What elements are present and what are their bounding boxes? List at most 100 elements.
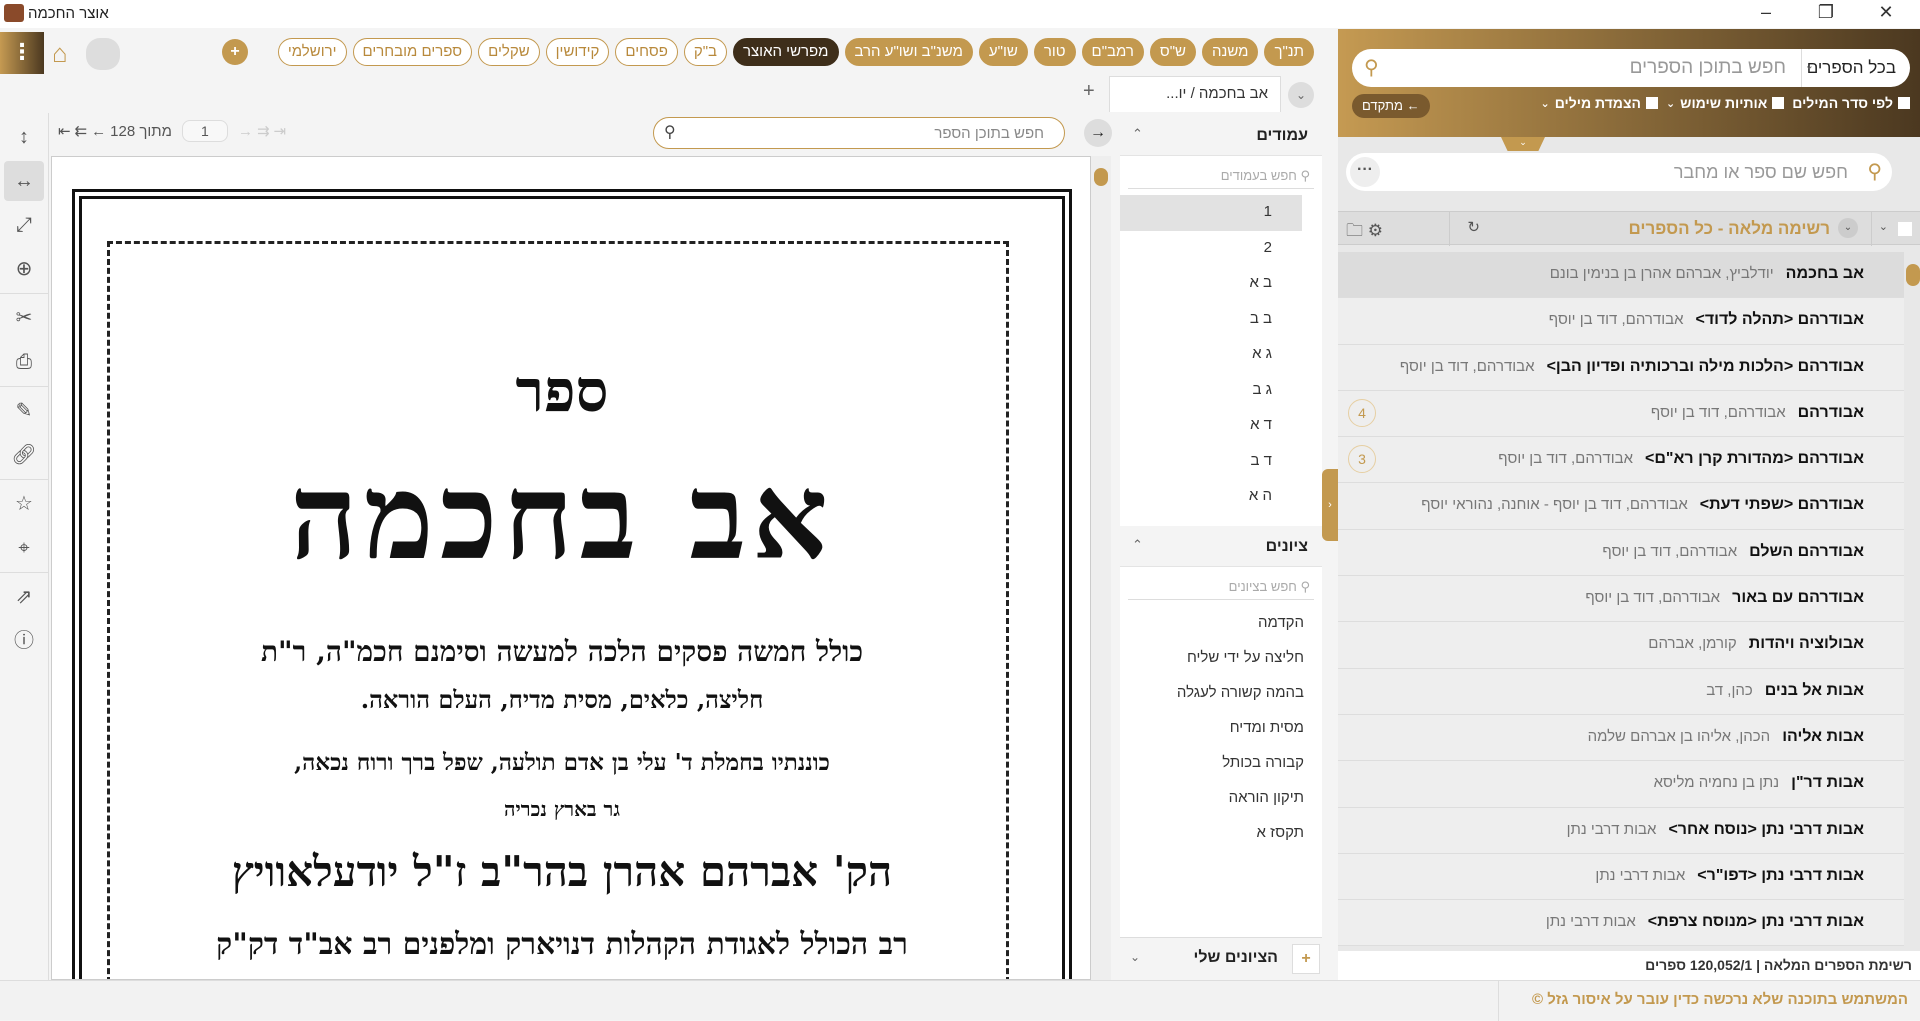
select-all-checkbox[interactable] <box>1898 222 1912 236</box>
location-pin-icon[interactable]: ⌖ <box>4 528 44 568</box>
book-list-row[interactable]: אבודרהם <מהדורת קרן רא"ם> אבודרהם, דוד בן… <box>1338 437 1904 484</box>
page-list-item[interactable]: ב א <box>1120 266 1302 302</box>
book-list-row[interactable]: אבודרהם אבודרהם, דוד בן יוסף 4 <box>1338 390 1904 438</box>
book-list-row[interactable]: אבות אליהו הכהן, אליהו בן אברהם שלמה <box>1338 714 1904 762</box>
forward-many-button[interactable]: ⇉ <box>257 122 270 140</box>
category-button[interactable]: שו"ע <box>978 38 1028 66</box>
minimize-button[interactable]: – <box>1746 2 1786 23</box>
page-list-item[interactable]: 2 <box>1120 231 1302 267</box>
chevron-down-icon[interactable]: ⌄ <box>1879 220 1888 233</box>
page-list-item[interactable]: ה א <box>1120 479 1302 515</box>
book-list-row[interactable]: אבולוציה ויהדות קורמן, אברהם <box>1338 622 1904 669</box>
pages-search-input[interactable]: ⚲ חפש בעמודים <box>1128 164 1314 189</box>
book-list-row[interactable]: אב בחכמה יודלביץ, אברהם אהרן בן בנימין בו… <box>1338 252 1904 299</box>
search-icon[interactable]: ⚲ <box>1364 55 1379 80</box>
bookmark-item[interactable]: תקסז א <box>1120 816 1322 851</box>
home-icon[interactable]: ⌂ <box>52 38 68 69</box>
book-list-scrollbar[interactable] <box>1904 252 1920 974</box>
new-tab-button[interactable]: + <box>1083 80 1095 103</box>
refresh-icon[interactable]: ↻ <box>1467 218 1480 236</box>
scrollbar-thumb[interactable] <box>1906 264 1920 286</box>
book-list-row[interactable]: אבות דרבי נתן <נוסח אחר> אבות דרבי נתן <box>1338 807 1904 854</box>
viewer-scrollbar[interactable] <box>1091 156 1111 980</box>
collapse-panel-button[interactable]: → <box>1084 119 1112 147</box>
pages-header[interactable]: עמודים ⌃ <box>1120 116 1322 156</box>
bookmark-item[interactable]: חליצה על ידי שליח <box>1120 641 1322 676</box>
first-page-button[interactable]: ⇤ <box>58 122 71 140</box>
panel-splitter-handle[interactable]: › <box>1322 469 1338 541</box>
page-list-item[interactable]: ד א <box>1120 408 1302 444</box>
option-checkbox[interactable] <box>1645 97 1658 109</box>
option-checkbox[interactable] <box>1898 97 1910 109</box>
add-bookmark-button[interactable]: + <box>1292 944 1320 974</box>
book-list-row[interactable]: אבודרהם <הלכות מילה וברכותיה ופדיון הבן>… <box>1338 344 1904 391</box>
more-options-button[interactable]: ··· <box>1350 157 1380 187</box>
library-search-input[interactable]: בכל הספרים ⌄ חפש בתוכן הספרים ⚲ <box>1352 49 1910 87</box>
search-option[interactable]: הצמדת מילים ⌄ <box>1540 95 1658 111</box>
category-button[interactable]: משנ"ב ושו"ע הרב <box>844 38 973 66</box>
my-bookmarks-header[interactable]: הציונים שלי + ⌄ <box>1120 937 1322 980</box>
category-button[interactable]: תנ"ך <box>1264 38 1314 66</box>
bookmarks-search-input[interactable]: ⚲ חפש בציונים <box>1128 575 1314 600</box>
category-button[interactable]: ש"ס <box>1149 38 1196 66</box>
page-list-item[interactable]: 1 <box>1120 195 1302 231</box>
add-category-button[interactable]: + <box>222 39 248 65</box>
page-list-item[interactable]: ד ב <box>1120 444 1302 480</box>
book-list-row[interactable]: אבות אל בנים כהן, דב <box>1338 668 1904 715</box>
book-list-row[interactable]: אבודרהם <תהלה לדוד> אבודרהם, דוד בן יוסף <box>1338 298 1904 345</box>
search-option[interactable]: לפי סדר המילים <box>1792 95 1910 111</box>
bookmark-item[interactable]: הקדמה <box>1120 606 1322 641</box>
expand-search-tab[interactable]: ⌄ <box>1501 137 1545 151</box>
next-page-button[interactable]: → <box>238 123 253 140</box>
category-button[interactable]: ספרים מובחרים <box>352 38 473 66</box>
last-page-button[interactable]: ⇥ <box>274 122 287 140</box>
category-button[interactable]: ב"ק <box>683 38 727 66</box>
category-button[interactable]: קידושין <box>545 38 610 66</box>
print-icon[interactable]: ⎙ <box>4 342 44 382</box>
option-checkbox[interactable] <box>1772 97 1785 109</box>
chevron-up-icon[interactable]: ⌃ <box>1132 537 1143 553</box>
book-list-row[interactable]: אבודרהם <שפתי דעת> אבודרהם, דוד בן יוסף -… <box>1338 483 1904 530</box>
category-button[interactable]: שקלים <box>478 38 540 66</box>
category-button[interactable]: ירושלמי <box>277 38 347 66</box>
book-name-search-input[interactable]: ⚲ חפש שם ספר או מחבר ··· <box>1346 153 1892 191</box>
close-button[interactable]: ✕ <box>1866 2 1906 23</box>
chevron-down-icon[interactable]: ⌄ <box>1666 97 1675 110</box>
fit-height-icon[interactable]: ↕ <box>4 117 44 157</box>
restore-button[interactable]: ❐ <box>1806 2 1846 23</box>
category-button[interactable]: פסחים <box>615 38 678 66</box>
folder-icon[interactable]: 🗀 <box>1346 221 1363 240</box>
chevron-down-icon[interactable]: ⌄ <box>1130 950 1140 964</box>
user-avatar[interactable] <box>86 38 120 70</box>
book-list-row[interactable]: אבות דרבי נתן <דפו"ר> אבות דרבי נתן <box>1338 853 1904 901</box>
annotate-icon[interactable]: ✎ <box>4 391 44 431</box>
page-list-item[interactable]: ג ב <box>1120 373 1302 409</box>
book-info-icon[interactable]: ⓘ <box>4 621 44 661</box>
edition-count-badge[interactable]: 4 <box>1348 398 1376 427</box>
book-list-row[interactable]: אבות דרבי נתן <מנוסח צרפת> אבות דרבי נתן <box>1338 900 1904 947</box>
bookmark-item[interactable]: קבורה בכותל <box>1120 746 1322 781</box>
tabs-dropdown-button[interactable]: ⌄ <box>1288 82 1314 108</box>
chevron-down-icon[interactable]: ⌄ <box>1805 59 1814 72</box>
page-list-item[interactable]: ג א <box>1120 337 1302 373</box>
category-button[interactable]: מפרשי האוצר <box>733 38 839 66</box>
chevron-up-icon[interactable]: ⌃ <box>1132 126 1143 142</box>
search-scope-select[interactable]: בכל הספרים <box>1807 58 1896 78</box>
book-list-row[interactable]: אבודרהם עם באור אבודרהם, דוד בן יוסף <box>1338 576 1904 623</box>
search-option[interactable]: אותיות שימוש ⌄ <box>1666 95 1785 111</box>
menu-button[interactable]: ⋮ <box>0 32 44 74</box>
category-button[interactable]: טור <box>1033 38 1076 66</box>
fullscreen-icon[interactable]: ⤢ <box>4 205 44 245</box>
page-list-item[interactable]: ב ב <box>1120 302 1302 338</box>
list-dropdown-button[interactable]: ⌄ <box>1838 218 1858 238</box>
chevron-down-icon[interactable]: ⌄ <box>1540 97 1549 110</box>
prev-page-button[interactable]: ← <box>91 123 106 140</box>
bookmark-item[interactable]: מסית ומדיח <box>1120 711 1322 746</box>
book-content-search[interactable]: ⚲ חפש בתוכן הספר <box>653 117 1065 149</box>
scrollbar-thumb[interactable] <box>1094 168 1108 186</box>
zoom-in-icon[interactable]: ⊕ <box>4 249 44 289</box>
link-icon[interactable]: 🔗︎ <box>4 435 44 475</box>
tab-document[interactable]: אב בחכמה / יו... <box>1109 76 1281 112</box>
crop-icon[interactable]: ✂ <box>4 298 44 338</box>
fit-width-icon[interactable]: ↔ <box>4 161 44 201</box>
